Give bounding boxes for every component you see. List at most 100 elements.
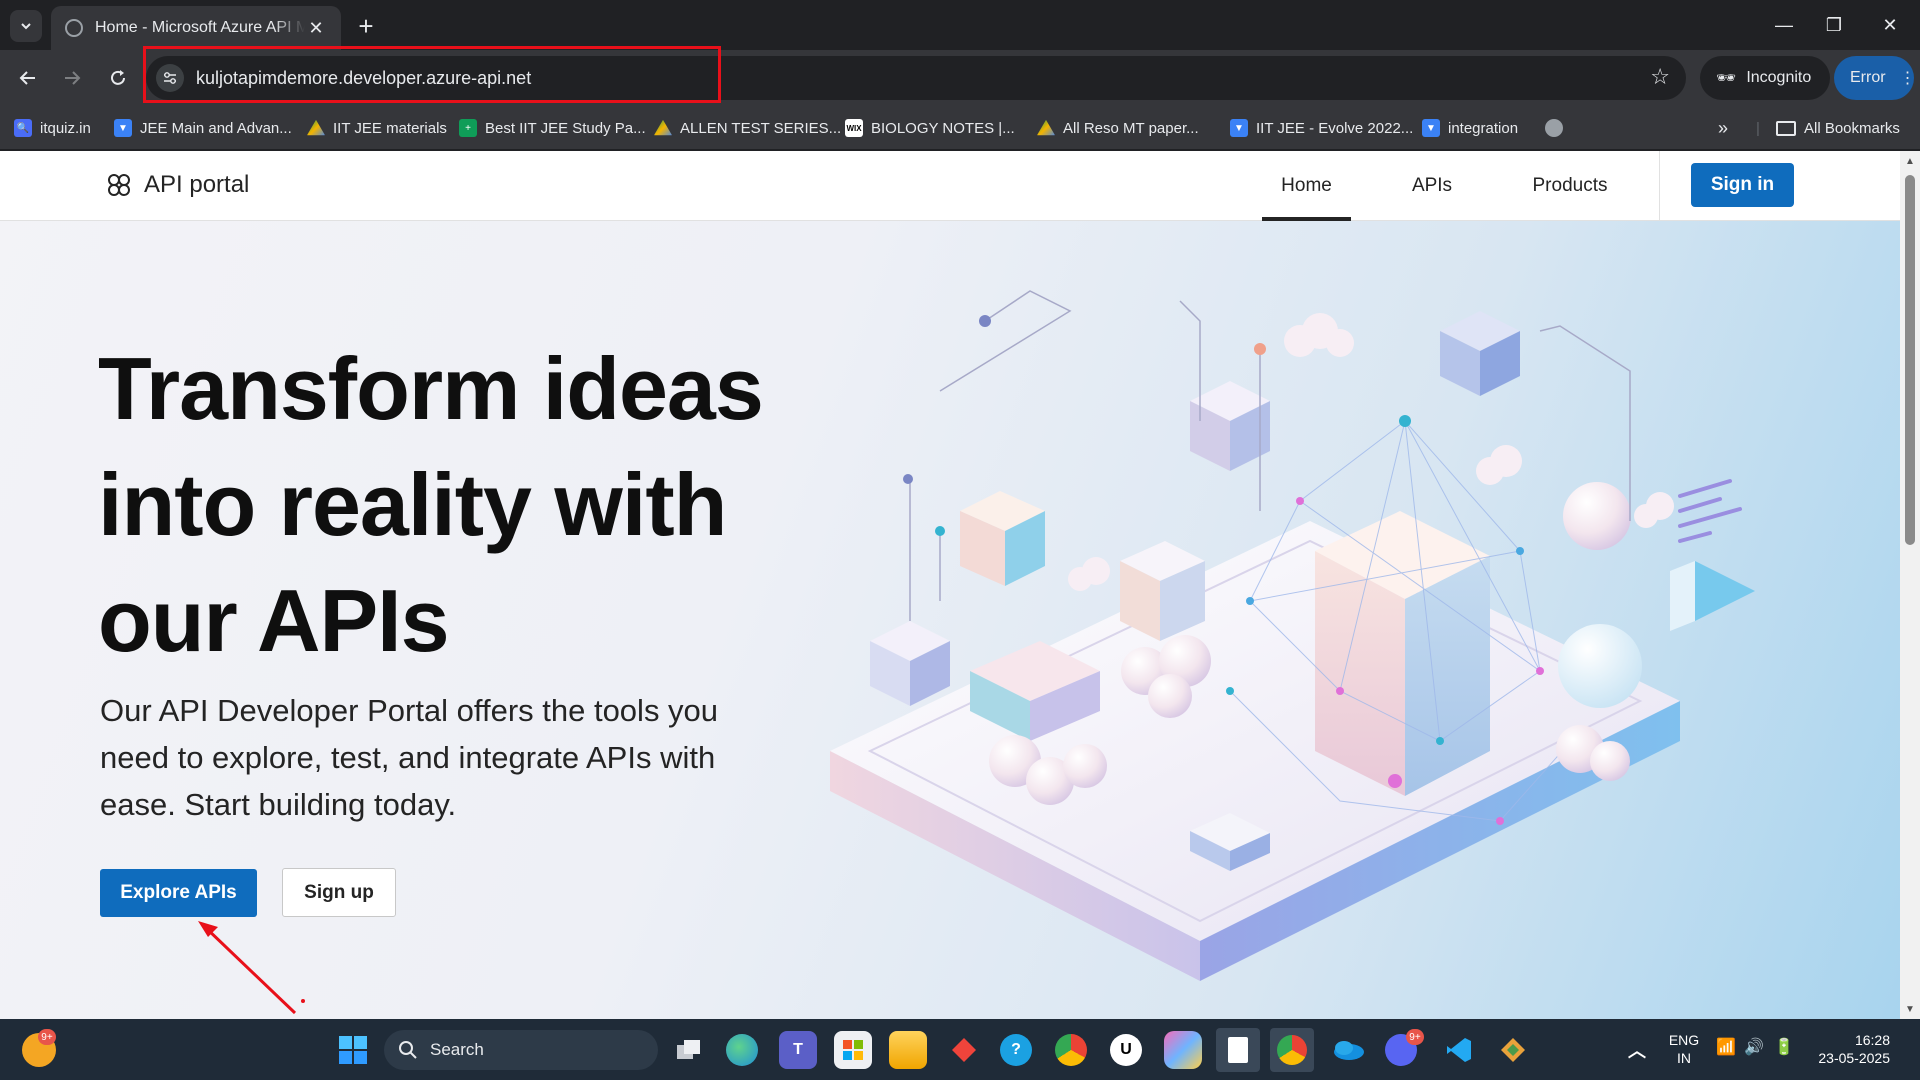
- sign-in-label: Sign in: [1710, 174, 1775, 195]
- incognito-label: Incognito: [1746, 69, 1812, 86]
- tab-search-button[interactable]: [10, 10, 42, 42]
- search-icon: [399, 1041, 417, 1059]
- task-view-icon[interactable]: [670, 1031, 708, 1069]
- teams-icon[interactable]: T: [779, 1031, 817, 1069]
- nav-label: APIs: [1411, 175, 1453, 196]
- explore-apis-button[interactable]: Explore APIs: [100, 869, 257, 917]
- globe-icon: [65, 19, 83, 37]
- page-scrollbar[interactable]: ▲ ▼: [1900, 151, 1920, 1019]
- wix-icon: WIX: [845, 119, 863, 137]
- back-button[interactable]: [10, 60, 46, 96]
- new-tab-button[interactable]: +: [350, 10, 382, 42]
- chevron-up-icon[interactable]: ︿: [1618, 1031, 1656, 1069]
- logo-text: API portal: [144, 171, 250, 198]
- incognito-button[interactable]: 🕶 Incognito: [1700, 56, 1830, 100]
- sign-up-button[interactable]: Sign up: [282, 868, 396, 917]
- error-profile-button[interactable]: Error ⋮: [1834, 56, 1916, 100]
- scroll-thumb[interactable]: [1905, 175, 1915, 545]
- windows-start-icon[interactable]: [334, 1031, 372, 1069]
- hero-illustration: [830, 290, 1755, 981]
- flower-logo-icon: [108, 174, 130, 196]
- sign-in-button[interactable]: Sign in: [1691, 163, 1794, 207]
- site-header: API portal Home APIs Products Sign in: [0, 151, 1900, 221]
- edge-icon[interactable]: [726, 1034, 758, 1066]
- globe-icon: [1545, 119, 1563, 137]
- hero-title: Transform ideas into reality with our AP…: [98, 339, 764, 670]
- more-vert-icon[interactable]: ⋮: [1900, 68, 1916, 88]
- bookmark-label: ALLEN TEST SERIES...: [680, 119, 842, 137]
- tab-title: Home - Microsoft Azure API Management: [95, 19, 305, 36]
- bookmark-item[interactable]: 🔍 itquiz.in: [14, 116, 91, 140]
- bookmark-item[interactable]: WIX BIOLOGY NOTES |...: [845, 116, 1015, 140]
- tab-close-icon[interactable]: ✕: [305, 18, 327, 39]
- nav-apis[interactable]: APIs: [1400, 151, 1464, 221]
- annotation-highlight-box: [143, 46, 721, 103]
- shield-icon: ▼: [1230, 119, 1248, 137]
- arrow-right-icon: [65, 71, 81, 85]
- globe-bookmark[interactable]: [1545, 116, 1563, 140]
- system-clock[interactable]: 16:28 23-05-2025: [1810, 1031, 1890, 1067]
- nav-divider: [1659, 151, 1660, 221]
- sheets-icon: +: [459, 119, 477, 137]
- copilot-icon[interactable]: [1164, 1031, 1202, 1069]
- site-logo[interactable]: API portal: [106, 171, 249, 199]
- bookmarks-bar: 🔍 itquiz.in ▼ JEE Main and Advan... IIT JE…: [0, 106, 1920, 150]
- shield-icon: ▼: [1422, 119, 1440, 137]
- bookmark-item[interactable]: IIT JEE materials: [307, 116, 447, 140]
- drive-icon: [1037, 119, 1055, 136]
- bookmark-item[interactable]: ▼ IIT JEE - Evolve 2022...: [1230, 116, 1413, 140]
- bookmark-star-icon[interactable]: ☆: [1650, 64, 1670, 90]
- bookmark-label: BIOLOGY NOTES |...: [871, 119, 1015, 137]
- nav-home[interactable]: Home: [1262, 151, 1351, 221]
- bookmark-item[interactable]: ▼ integration: [1422, 116, 1518, 140]
- scroll-down-icon[interactable]: ▼: [1900, 999, 1920, 1019]
- incognito-icon: 🕶: [1716, 70, 1737, 87]
- more-bookmarks-chevron-icon[interactable]: »: [1718, 116, 1728, 140]
- drive-icon: [654, 119, 672, 136]
- drive-icon: [307, 119, 325, 136]
- chrome-icon[interactable]: [1055, 1034, 1087, 1066]
- reload-button[interactable]: [100, 60, 136, 96]
- nav-label: Home: [1281, 175, 1332, 196]
- file-explorer-icon[interactable]: [889, 1031, 927, 1069]
- bookmark-item[interactable]: All Reso MT paper...: [1037, 116, 1199, 140]
- discord-badge: 9+: [1406, 1029, 1424, 1045]
- sheets-app-icon[interactable]: [1216, 1028, 1260, 1072]
- vscode-icon[interactable]: [1440, 1031, 1478, 1069]
- battery-icon[interactable]: 🔋: [1774, 1039, 1794, 1057]
- wifi-icon[interactable]: 📶: [1716, 1039, 1736, 1057]
- store-icon[interactable]: [834, 1031, 872, 1069]
- bookmark-label: All Reso MT paper...: [1063, 119, 1199, 137]
- bookmark-label: IIT JEE materials: [333, 119, 447, 137]
- browser-tab-active[interactable]: Home - Microsoft Azure API Management ✕: [51, 6, 341, 50]
- browser-tab-strip: Home - Microsoft Azure API Management ✕ …: [0, 0, 1920, 50]
- nav-label: Products: [1532, 175, 1608, 196]
- restore-button[interactable]: ❐: [1806, 0, 1862, 50]
- udemy-icon[interactable]: U: [1110, 1034, 1142, 1066]
- bookmark-item[interactable]: ▼ JEE Main and Advan...: [114, 116, 292, 140]
- forward-button[interactable]: [54, 60, 90, 96]
- search-label: Search: [430, 1040, 484, 1059]
- help-icon[interactable]: ?: [1000, 1034, 1032, 1066]
- all-bookmarks-button[interactable]: All Bookmarks: [1776, 116, 1900, 140]
- nav-products[interactable]: Products: [1520, 151, 1620, 221]
- language-label: ENG: [1668, 1032, 1700, 1048]
- git-icon[interactable]: [1494, 1031, 1532, 1069]
- bookmark-item[interactable]: ALLEN TEST SERIES...: [654, 116, 841, 140]
- anydesk-icon[interactable]: [945, 1031, 983, 1069]
- onedrive-icon[interactable]: [1329, 1031, 1367, 1069]
- search-icon: 🔍: [14, 119, 32, 137]
- minimize-button[interactable]: —: [1756, 0, 1812, 50]
- bookmark-label: Best IIT JEE Study Pa...: [485, 119, 646, 137]
- weather-badge: 9+: [38, 1029, 56, 1045]
- error-label: Error: [1850, 69, 1886, 86]
- close-window-button[interactable]: ✕: [1862, 0, 1918, 50]
- bookmarks-divider: |: [1756, 119, 1760, 137]
- language-indicator[interactable]: ENG IN: [1666, 1031, 1702, 1067]
- chrome-active-icon[interactable]: [1270, 1028, 1314, 1072]
- scroll-up-icon[interactable]: ▲: [1900, 151, 1920, 171]
- volume-icon[interactable]: 🔊: [1744, 1039, 1764, 1057]
- taskbar-search-box[interactable]: Search: [384, 1030, 658, 1070]
- bookmark-label: integration: [1448, 119, 1519, 137]
- bookmark-item[interactable]: + Best IIT JEE Study Pa...: [459, 116, 646, 140]
